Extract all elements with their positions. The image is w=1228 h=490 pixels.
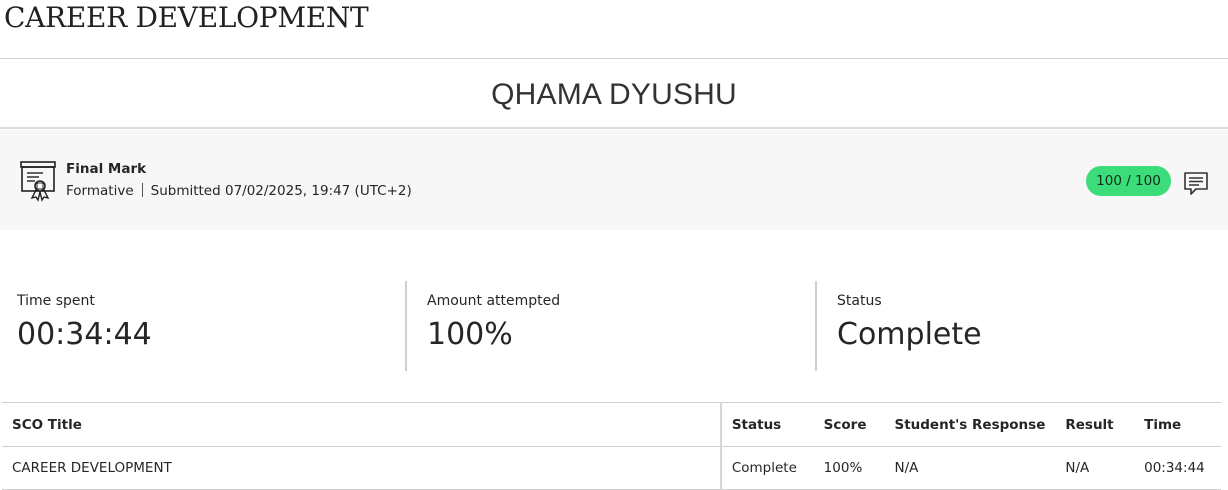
page-title: CAREER DEVELOPMENT	[4, 1, 369, 34]
cell-response: N/A	[884, 446, 1056, 490]
submitted-timestamp: Submitted 07/02/2025, 19:47 (UTC+2)	[150, 183, 412, 199]
stat-label: Amount attempted	[427, 293, 561, 309]
meta-separator	[141, 183, 143, 197]
cell-time: 00:34:44	[1134, 446, 1221, 490]
certificate-icon	[20, 161, 56, 202]
name-divider	[0, 127, 1228, 129]
cell-sco-title: CAREER DEVELOPMENT	[2, 446, 722, 490]
cell-result: N/A	[1055, 446, 1135, 490]
grade-title: Final Mark	[66, 161, 147, 177]
stat-label: Time spent	[17, 293, 95, 309]
table-row: CAREER DEVELOPMENT Complete 100% N/A N/A…	[2, 446, 1221, 490]
grade-meta: Formative Submitted 07/02/2025, 19:47 (UT…	[66, 183, 412, 199]
stat-label: Status	[837, 293, 882, 309]
comment-icon[interactable]	[1183, 170, 1209, 196]
column-header-response: Student's Response	[884, 402, 1056, 447]
column-header-result: Result	[1055, 402, 1135, 447]
sco-table: SCO Title Status Score Student's Respons…	[2, 402, 1221, 490]
title-divider	[0, 58, 1228, 59]
score-badge[interactable]: 100 / 100	[1086, 166, 1171, 196]
column-header-score: Score	[813, 402, 885, 447]
column-header-time: Time	[1134, 402, 1221, 447]
column-header-status: Status	[720, 402, 814, 447]
grade-panel: Final Mark Formative Submitted 07/02/2025…	[0, 130, 1228, 230]
stat-value: 00:34:44	[17, 317, 152, 352]
stat-value: 100%	[427, 317, 513, 352]
cell-score: 100%	[813, 446, 885, 490]
column-header-sco-title: SCO Title	[2, 402, 722, 447]
stat-value: Complete	[837, 317, 982, 352]
table-header-row: SCO Title Status Score Student's Respons…	[2, 402, 1221, 447]
cell-status: Complete	[720, 446, 814, 490]
stat-divider	[405, 281, 407, 371]
grade-category: Formative	[66, 183, 134, 199]
stat-divider	[815, 281, 817, 371]
student-name: QHAMA DYUSHU	[491, 78, 737, 111]
